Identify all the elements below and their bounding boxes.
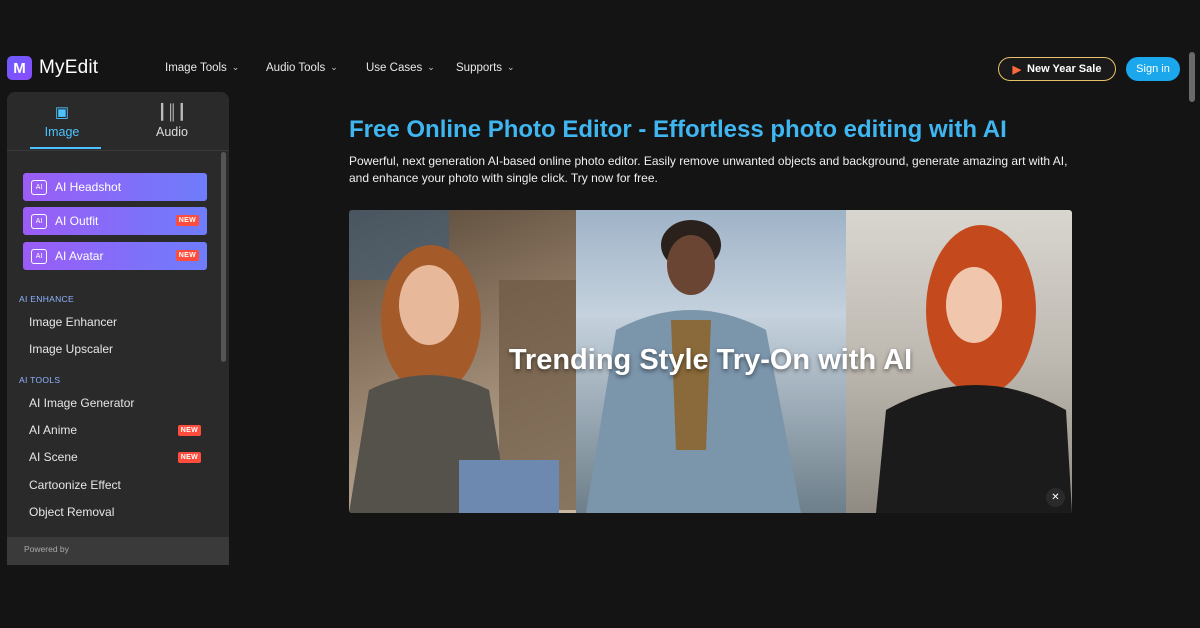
new-badge: NEW xyxy=(175,250,199,261)
new-badge: NEW xyxy=(177,425,201,436)
menu-image-enhancer[interactable]: Image Enhancer xyxy=(29,315,201,329)
mute-icon[interactable]: ✕ xyxy=(1046,488,1065,507)
nav-label: Use Cases xyxy=(366,62,423,74)
section-ai-enhance: AI ENHANCE xyxy=(19,294,74,304)
chevron-down-icon: ⌄ xyxy=(330,61,338,72)
menu-cartoonize-effect[interactable]: Cartoonize Effect xyxy=(29,478,201,492)
nav-supports[interactable]: Supports ⌄ xyxy=(456,61,515,75)
menu-label: AI Anime xyxy=(29,423,78,437)
menu-ai-image-generator[interactable]: AI Image Generator xyxy=(29,396,201,410)
section-ai-tools: AI TOOLS xyxy=(19,375,61,385)
tab-image[interactable]: ▣ Image xyxy=(7,92,117,150)
powered-by-label: Powered by xyxy=(24,544,69,554)
signin-button[interactable]: Sign in xyxy=(1126,57,1180,81)
chevron-down-icon: ⌄ xyxy=(427,61,435,72)
new-badge: NEW xyxy=(175,215,199,226)
active-tab-indicator xyxy=(30,147,101,149)
ai-sparkle-icon: AI xyxy=(31,213,47,229)
menu-object-removal[interactable]: Object Removal xyxy=(29,505,201,519)
menu-ai-scene[interactable]: AI Scene NEW xyxy=(29,450,201,464)
menu-label: AI Scene xyxy=(29,450,78,464)
menu-image-upscaler[interactable]: Image Upscaler xyxy=(29,342,201,356)
ai-sparkle-icon: AI xyxy=(31,248,47,264)
new-badge: NEW xyxy=(177,452,201,463)
chevron-down-icon: ⌄ xyxy=(507,61,515,72)
new-year-sale-button[interactable]: ▶ New Year Sale xyxy=(998,57,1116,81)
flag-icon: ▶ xyxy=(1012,63,1022,76)
nav-audio-tools[interactable]: Audio Tools ⌄ xyxy=(266,61,366,75)
logo[interactable]: M MyEdit xyxy=(7,56,98,80)
sidebar-scrollbar[interactable] xyxy=(221,152,226,362)
tab-label: Image xyxy=(44,125,80,139)
menu-label: Image Enhancer xyxy=(29,315,118,329)
waveform-icon: ┃║┃ xyxy=(157,104,187,121)
sidebar: ▣ Image ┃║┃ Audio AI AI Headshot AI AI O… xyxy=(7,92,229,565)
nav-use-cases[interactable]: Use Cases ⌄ xyxy=(366,61,456,75)
top-nav: Image Tools ⌄ Audio Tools ⌄ Use Cases ⌄ Sup… xyxy=(165,61,515,75)
logo-text: MyEdit xyxy=(39,57,99,78)
sidebar-tabs: ▣ Image ┃║┃ Audio xyxy=(7,92,229,151)
banner-headline: Trending Style Try-On with AI xyxy=(508,344,913,376)
page-description: Powerful, next generation AI-based onlin… xyxy=(349,154,1068,185)
nav-label: Audio Tools xyxy=(266,62,326,74)
nav-image-tools[interactable]: Image Tools ⌄ xyxy=(165,61,266,75)
powered-by-bar: Powered by xyxy=(7,537,229,565)
ai-headshot-button[interactable]: AI AI Headshot xyxy=(23,173,207,201)
menu-label: Image Upscaler xyxy=(29,342,114,356)
menu-ai-anime[interactable]: AI Anime NEW xyxy=(29,423,201,437)
ai-avatar-button[interactable]: AI AI Avatar NEW xyxy=(23,242,207,270)
menu-label: Cartoonize Effect xyxy=(29,478,121,492)
sale-label: New Year Sale xyxy=(1027,63,1102,75)
feature-label: AI Outfit xyxy=(55,214,99,228)
feature-label: AI Headshot xyxy=(55,180,122,194)
nav-label: Supports xyxy=(456,62,503,74)
feature-label: AI Avatar xyxy=(55,249,104,263)
logo-mark-icon: M xyxy=(7,56,32,80)
nav-label: Image Tools xyxy=(165,62,227,74)
page-scrollbar[interactable] xyxy=(1189,52,1195,102)
hero-banner[interactable]: Trending Style Try-On with AI ✕ xyxy=(349,210,1072,513)
tab-label: Audio xyxy=(156,125,188,139)
ai-sparkle-icon: AI xyxy=(31,179,47,195)
menu-label: AI Image Generator xyxy=(29,396,135,410)
ai-outfit-button[interactable]: AI AI Outfit NEW xyxy=(23,207,207,235)
tab-audio[interactable]: ┃║┃ Audio xyxy=(117,92,227,150)
menu-label: Object Removal xyxy=(29,505,115,519)
chevron-down-icon: ⌄ xyxy=(231,61,240,72)
image-icon: ▣ xyxy=(54,104,70,121)
page-title: Free Online Photo Editor - Effortless ph… xyxy=(349,116,1007,143)
